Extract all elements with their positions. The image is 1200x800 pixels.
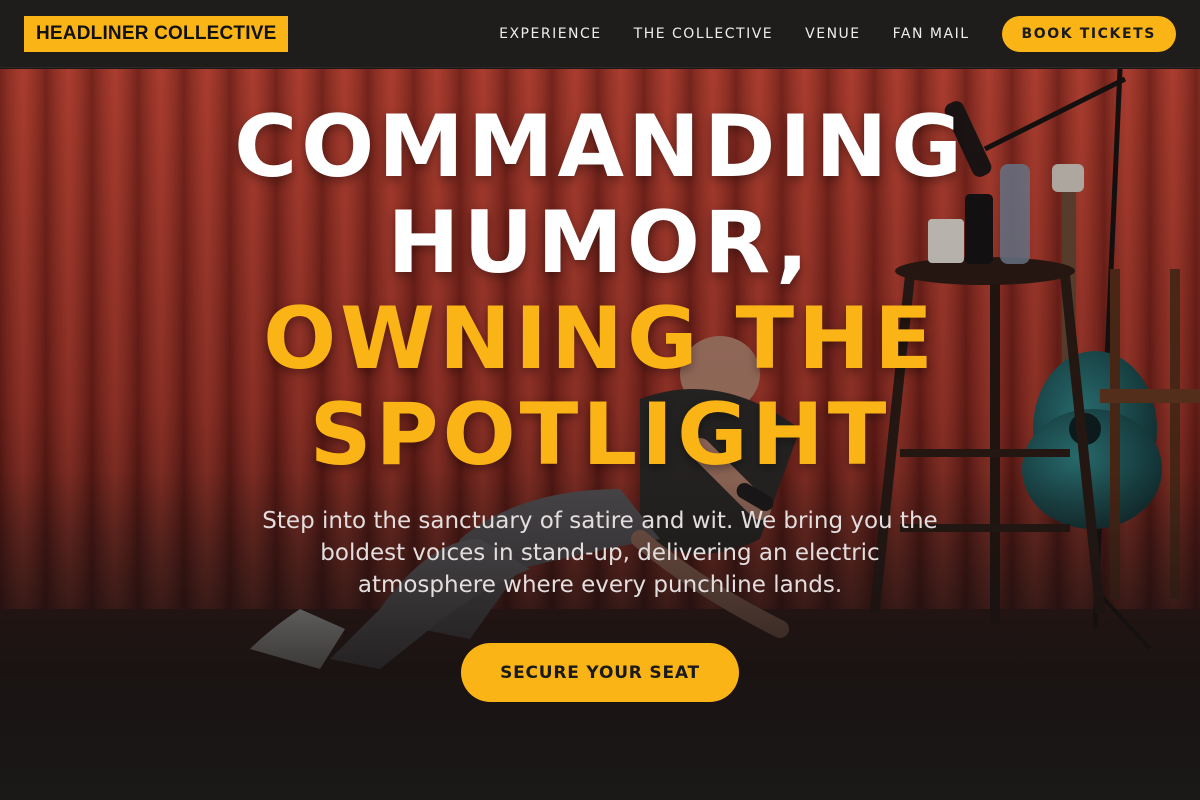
nav-link-the-collective[interactable]: THE COLLECTIVE xyxy=(634,26,774,42)
headline-line-2: HUMOR, xyxy=(387,193,813,293)
nav-links: EXPERIENCE THE COLLECTIVE VENUE FAN MAIL… xyxy=(499,16,1176,52)
nav-link-fan-mail[interactable]: FAN MAIL xyxy=(893,26,970,42)
headline-accent-line-2: SPOTLIGHT xyxy=(309,385,891,485)
nav-link-venue[interactable]: VENUE xyxy=(805,26,861,42)
hero-subtitle: Step into the sanctuary of satire and wi… xyxy=(262,508,938,598)
top-navigation: HEADLINER COLLECTIVE EXPERIENCE THE COLL… xyxy=(0,0,1200,68)
nav-link-experience[interactable]: EXPERIENCE xyxy=(499,26,602,42)
hero-headline: COMMANDING HUMOR, OWNING THE SPOTLIGHT xyxy=(150,99,1050,483)
hero-section: COMMANDING HUMOR, OWNING THE SPOTLIGHT S… xyxy=(0,69,1200,800)
headline-line-1: COMMANDING xyxy=(234,97,966,197)
secure-your-seat-button[interactable]: SECURE YOUR SEAT xyxy=(461,643,739,702)
brand-logo[interactable]: HEADLINER COLLECTIVE xyxy=(24,16,289,52)
book-tickets-button[interactable]: BOOK TICKETS xyxy=(1001,16,1176,52)
headline-accent-line-1: OWNING THE xyxy=(263,289,937,389)
